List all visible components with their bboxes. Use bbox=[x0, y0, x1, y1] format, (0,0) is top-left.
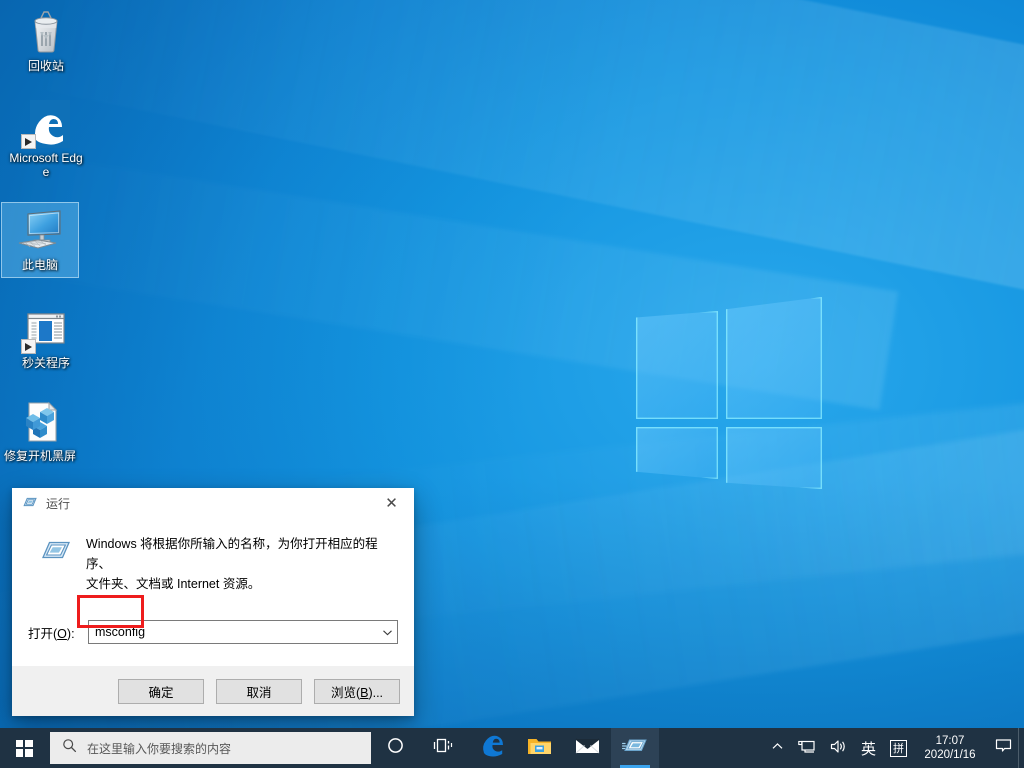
desktop-icon-microsoft-edge[interactable]: Microsoft Edge bbox=[8, 100, 84, 179]
run-dialog-title: 运行 bbox=[46, 496, 71, 511]
mail-icon bbox=[575, 736, 600, 760]
edge-icon bbox=[479, 733, 504, 763]
desktop-icon-label: 此电脑 bbox=[21, 258, 58, 272]
desktop-icon-recycle-bin[interactable]: 回收站 bbox=[8, 8, 84, 73]
search-icon bbox=[62, 738, 77, 758]
run-command-input[interactable] bbox=[89, 621, 378, 643]
desktop-icon-label: Microsoft Edge bbox=[9, 151, 83, 179]
notification-icon bbox=[995, 738, 1012, 758]
run-description-text: Windows 将根据你所输入的名称，为你打开相应的程序、 文件夹、文档或 In… bbox=[86, 532, 398, 594]
this-pc-icon bbox=[16, 207, 64, 255]
browse-button[interactable]: 浏览(B)... bbox=[314, 679, 400, 704]
edge-taskbar-button[interactable] bbox=[467, 728, 515, 768]
logo-pane-top-right bbox=[726, 297, 822, 419]
desktop-icon-this-pc[interactable]: 此电脑 bbox=[1, 202, 79, 278]
logo-pane-bottom-right bbox=[726, 427, 822, 489]
search-placeholder: 在这里输入你要搜索的内容 bbox=[87, 741, 232, 756]
network-button[interactable] bbox=[791, 728, 823, 768]
run-dialog-titlebar[interactable]: 运行 ✕ bbox=[12, 488, 414, 518]
desktop-icon-label: 秒关程序 bbox=[21, 356, 70, 370]
file-explorer-button[interactable] bbox=[515, 728, 563, 768]
clock[interactable]: 17:07 2020/1/16 bbox=[914, 728, 988, 768]
action-center-button[interactable] bbox=[988, 728, 1018, 768]
run-description-line2: 文件夹、文档或 Internet 资源。 bbox=[86, 577, 261, 591]
run-description-line1: Windows 将根据你所输入的名称，为你打开相应的程序、 bbox=[86, 537, 378, 571]
clock-time: 17:07 bbox=[935, 735, 965, 747]
clock-date: 2020/1/16 bbox=[924, 749, 976, 761]
network-monitor-icon bbox=[798, 739, 816, 757]
pinyin-mode-icon: 拼 bbox=[890, 739, 907, 757]
run-description-row: Windows 将根据你所输入的名称，为你打开相应的程序、 文件夹、文档或 In… bbox=[28, 532, 398, 594]
taskbar[interactable]: 在这里输入你要搜索的内容 英 拼 17:07 2020/1/16 bbox=[0, 728, 1024, 768]
task-view-button[interactable] bbox=[419, 728, 467, 768]
cortana-button[interactable] bbox=[371, 728, 419, 768]
desktop-icon-fix-blackscreen[interactable]: 修复开机黑屏 bbox=[2, 398, 78, 463]
run-window-icon bbox=[621, 736, 648, 761]
logo-pane-bottom-left bbox=[636, 427, 718, 479]
run-dialog-footer: 确定 取消 浏览(B)... bbox=[12, 666, 414, 716]
ime-mode-button[interactable]: 拼 bbox=[883, 728, 914, 768]
search-input[interactable]: 在这里输入你要搜索的内容 bbox=[50, 732, 371, 764]
run-window-icon bbox=[40, 536, 72, 568]
start-button[interactable] bbox=[0, 728, 48, 768]
folder-icon bbox=[527, 735, 552, 762]
windows-logo-wallpaper bbox=[632, 287, 824, 489]
ok-button[interactable]: 确定 bbox=[118, 679, 204, 704]
run-taskbar-button[interactable] bbox=[611, 728, 659, 768]
tray-overflow-button[interactable] bbox=[764, 728, 791, 768]
edge-icon bbox=[21, 100, 70, 149]
shortcut-overlay-icon bbox=[21, 339, 36, 354]
run-open-label: 打开(O): bbox=[28, 626, 75, 641]
desktop[interactable]: 回收站 Microsoft Edge 此电脑 秒关程序 修复开机黑屏 运行 ✕ … bbox=[0, 0, 1024, 768]
cancel-button[interactable]: 取消 bbox=[216, 679, 302, 704]
run-dialog[interactable]: 运行 ✕ Windows 将根据你所输入的名称，为你打开相应的程序、 文件夹、文… bbox=[12, 488, 414, 716]
volume-button[interactable] bbox=[823, 728, 854, 768]
desktop-icon-label: 修复开机黑屏 bbox=[3, 449, 76, 463]
run-window-icon bbox=[22, 495, 38, 511]
logo-pane-top-left bbox=[636, 311, 718, 419]
task-view-icon bbox=[433, 736, 454, 760]
registry-file-icon bbox=[16, 398, 64, 446]
recycle-bin-icon bbox=[22, 8, 70, 56]
ime-language-indicator[interactable]: 英 bbox=[854, 728, 883, 768]
shortcut-overlay-icon bbox=[21, 134, 36, 149]
chevron-down-icon[interactable] bbox=[378, 621, 397, 643]
mail-button[interactable] bbox=[563, 728, 611, 768]
speaker-icon bbox=[830, 739, 847, 757]
cortana-circle-icon bbox=[386, 736, 405, 760]
run-open-row: 打开(O): bbox=[28, 620, 398, 644]
program-window-icon bbox=[21, 305, 70, 354]
close-icon[interactable]: ✕ bbox=[369, 488, 414, 518]
windows-start-icon bbox=[15, 739, 33, 757]
show-desktop-button[interactable] bbox=[1018, 728, 1024, 768]
desktop-icon-quick-close[interactable]: 秒关程序 bbox=[8, 305, 84, 370]
run-combobox[interactable] bbox=[88, 620, 398, 644]
run-dialog-body: Windows 将根据你所输入的名称，为你打开相应的程序、 文件夹、文档或 In… bbox=[12, 518, 414, 666]
chevron-up-icon bbox=[771, 740, 784, 756]
system-tray[interactable]: 英 拼 17:07 2020/1/16 bbox=[764, 728, 1024, 768]
desktop-icon-label: 回收站 bbox=[27, 59, 64, 73]
